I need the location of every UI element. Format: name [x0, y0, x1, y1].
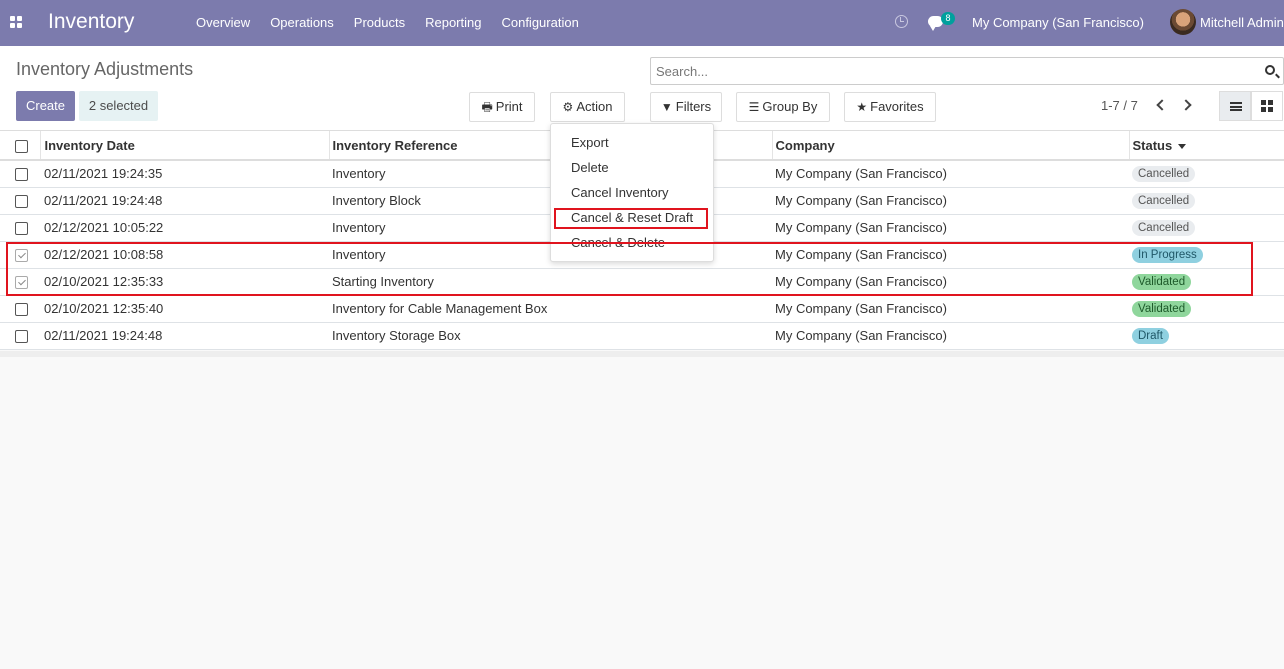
activity-clock-icon[interactable] — [895, 15, 908, 28]
action-item-export[interactable]: Export — [571, 135, 609, 150]
highlight-box-selected-rows — [6, 242, 1253, 296]
cell-company[interactable]: My Company (San Francisco) — [772, 187, 1129, 215]
pager-value[interactable]: 1-7 / 7 — [1101, 98, 1138, 113]
row-checkbox[interactable] — [15, 222, 28, 236]
page-title: Inventory Adjustments — [16, 59, 194, 79]
row-select-cell — [0, 187, 40, 215]
table-row[interactable]: 02/11/2021 19:24:48 Inventory Storage Box… — [0, 322, 1284, 350]
table-row[interactable]: 02/10/2021 12:35:40 Inventory for Cable M… — [0, 295, 1284, 323]
table-footer — [0, 351, 1284, 357]
cell-status[interactable]: Cancelled — [1129, 187, 1284, 215]
column-header-company[interactable]: Company — [772, 131, 1130, 161]
row-select-cell — [0, 322, 40, 350]
cell-company[interactable]: My Company (San Francisco) — [772, 322, 1129, 350]
filter-icon: ▼ — [660, 100, 673, 114]
filters-button[interactable]: ▼ Filters — [650, 92, 722, 122]
main-menu: Overview Operations Products Reporting C… — [186, 15, 589, 30]
chat-count-badge: 8 — [941, 12, 955, 25]
menu-item-products[interactable]: Products — [354, 15, 405, 30]
kanban-view-icon — [1261, 100, 1273, 112]
user-avatar[interactable] — [1170, 9, 1196, 35]
printer-icon: 🖶 — [481, 100, 493, 114]
pager-previous-icon[interactable] — [1156, 99, 1168, 111]
pager-next-icon[interactable] — [1180, 99, 1192, 111]
status-badge: Draft — [1132, 328, 1169, 344]
menu-item-configuration[interactable]: Configuration — [501, 15, 578, 30]
apps-menu-icon[interactable] — [10, 16, 23, 29]
selected-count-badge: 2 selected — [79, 91, 158, 121]
top-navbar: Inventory Overview Operations Products R… — [0, 0, 1284, 46]
cell-reference[interactable]: Inventory Storage Box — [329, 322, 772, 350]
row-checkbox[interactable] — [15, 303, 28, 317]
user-menu[interactable]: Mitchell Admin — [1200, 15, 1284, 30]
print-button[interactable]: 🖶 Print — [469, 92, 535, 122]
list-view-icon — [1230, 102, 1242, 111]
gear-icon: ⚙ — [562, 100, 574, 114]
list-lines-icon: ☰ — [748, 100, 760, 114]
highlight-box-menu-item — [554, 208, 708, 229]
cell-company[interactable]: My Company (San Francisco) — [772, 295, 1129, 323]
favorites-label: Favorites — [870, 99, 924, 114]
star-icon: ★ — [856, 100, 868, 114]
control-panel: Inventory Adjustments Search... Create 2… — [0, 46, 1284, 131]
cell-status[interactable]: Cancelled — [1129, 214, 1284, 242]
list-view-button[interactable] — [1219, 91, 1251, 121]
print-label: Print — [495, 99, 523, 114]
row-select-cell — [0, 160, 40, 188]
status-badge: Validated — [1132, 301, 1192, 317]
row-checkbox[interactable] — [15, 168, 28, 182]
menu-item-operations[interactable]: Operations — [270, 15, 334, 30]
cell-date[interactable]: 02/12/2021 10:05:22 — [40, 214, 329, 242]
filters-label: Filters — [675, 99, 712, 114]
cell-status[interactable]: Validated — [1129, 295, 1284, 323]
column-header-status[interactable]: Status — [1129, 131, 1284, 161]
column-header-date[interactable]: Inventory Date — [40, 131, 330, 161]
group-by-label: Group By — [762, 99, 818, 114]
search-icon[interactable] — [1265, 65, 1275, 75]
create-button[interactable]: Create — [16, 91, 75, 121]
view-switcher — [1219, 91, 1283, 121]
row-checkbox[interactable] — [15, 330, 28, 344]
action-item-delete[interactable]: Delete — [571, 160, 609, 175]
status-header-label: Status — [1132, 137, 1173, 153]
action-label: Action — [576, 99, 613, 114]
row-checkbox[interactable] — [15, 195, 28, 209]
search-placeholder: Search... — [656, 64, 709, 79]
cell-status[interactable]: Draft — [1129, 322, 1284, 350]
action-button[interactable]: ⚙ Action — [550, 92, 625, 122]
cell-date[interactable]: 02/11/2021 19:24:35 — [40, 160, 329, 188]
cell-date[interactable]: 02/10/2021 12:35:40 — [40, 295, 329, 323]
menu-item-reporting[interactable]: Reporting — [425, 15, 481, 30]
cell-company[interactable]: My Company (San Francisco) — [772, 160, 1129, 188]
cell-company[interactable]: My Company (San Francisco) — [772, 214, 1129, 242]
group-by-button[interactable]: ☰ Group By — [736, 92, 830, 122]
company-switcher[interactable]: My Company (San Francisco) — [972, 15, 1144, 30]
sort-caret-icon — [1178, 143, 1187, 149]
cell-status[interactable]: Cancelled — [1129, 160, 1284, 188]
favorites-button[interactable]: ★ Favorites — [844, 92, 936, 122]
select-all-checkbox[interactable] — [15, 139, 28, 153]
cell-reference[interactable]: Inventory for Cable Management Box — [329, 295, 772, 323]
row-select-cell — [0, 295, 40, 323]
status-badge: Cancelled — [1132, 166, 1196, 183]
action-item-cancel-inventory[interactable]: Cancel Inventory — [571, 185, 669, 200]
search-input[interactable]: Search... — [650, 57, 1284, 85]
cell-date[interactable]: 02/11/2021 19:24:48 — [40, 187, 329, 215]
cell-date[interactable]: 02/11/2021 19:24:48 — [40, 322, 329, 350]
row-select-cell — [0, 214, 40, 242]
menu-item-overview[interactable]: Overview — [196, 15, 250, 30]
select-all-cell — [0, 131, 41, 161]
app-brand[interactable]: Inventory — [48, 10, 134, 34]
status-badge: Cancelled — [1132, 193, 1196, 209]
status-badge: Cancelled — [1132, 220, 1196, 236]
kanban-view-button[interactable] — [1251, 91, 1283, 121]
